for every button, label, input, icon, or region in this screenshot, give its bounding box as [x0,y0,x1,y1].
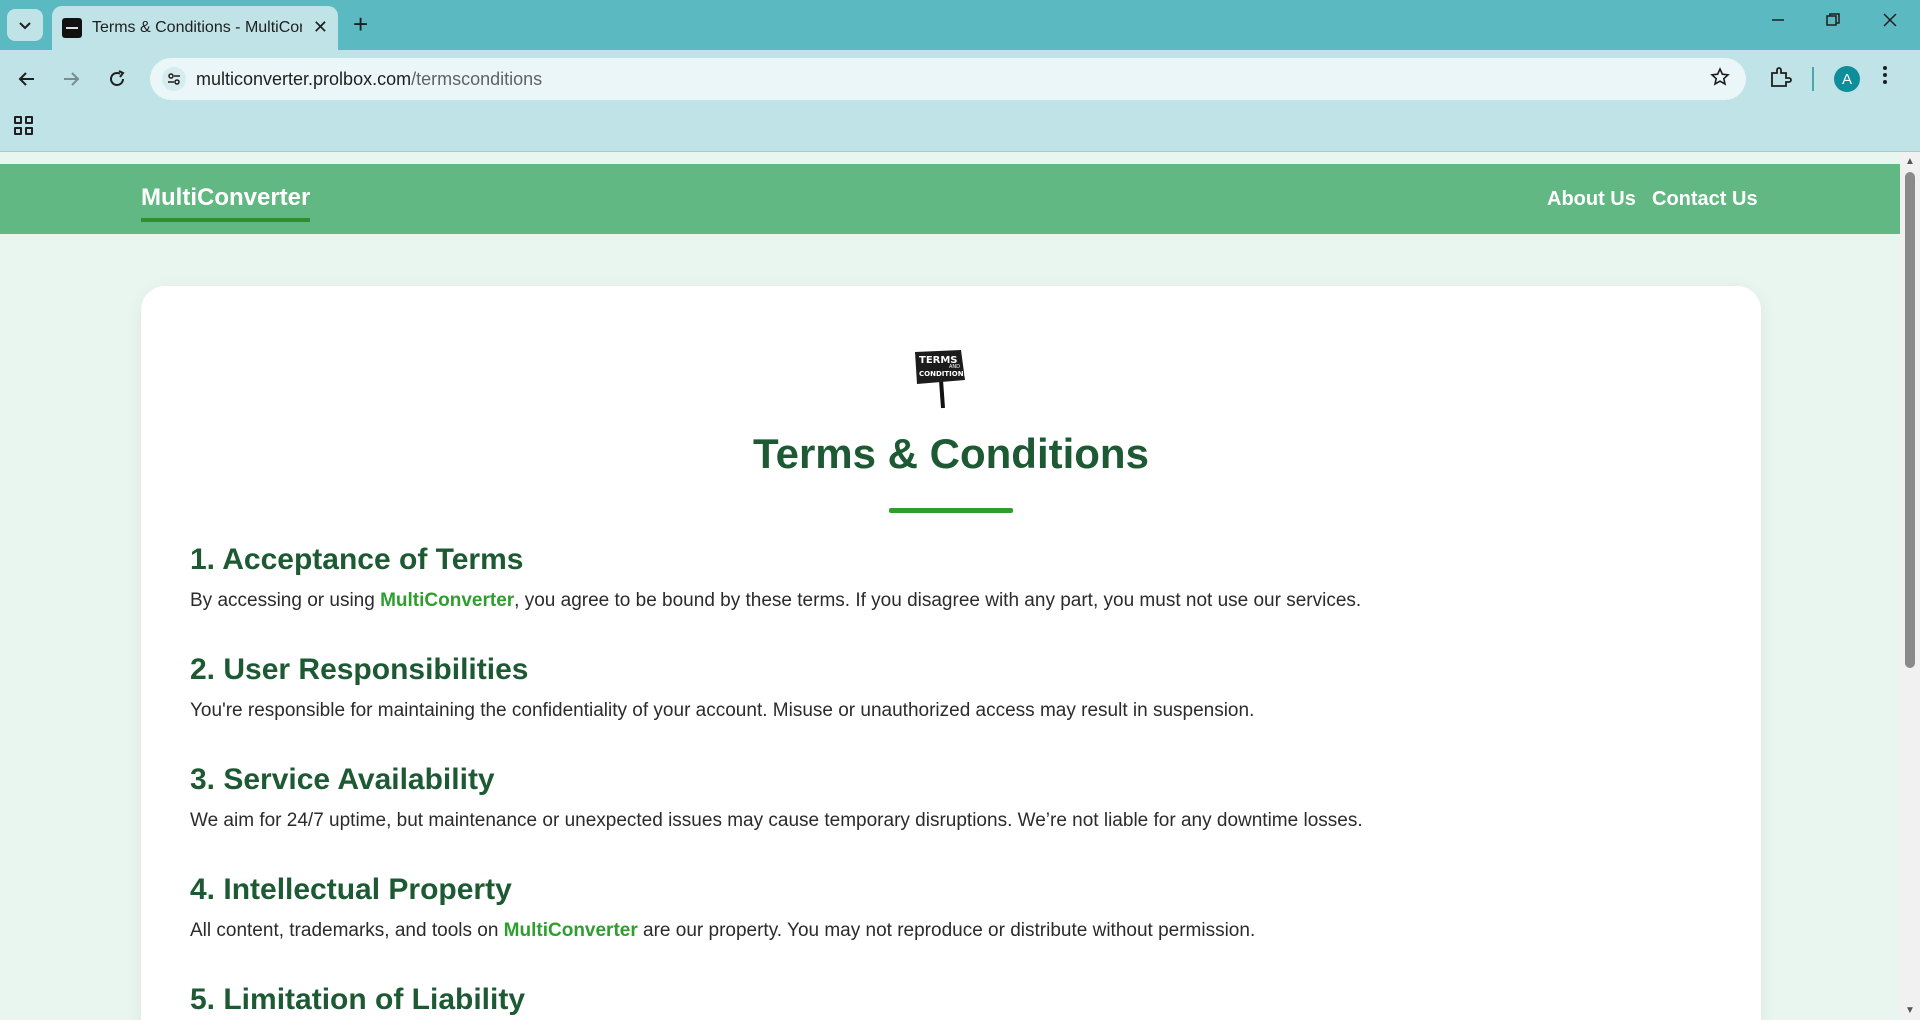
menu-icon[interactable] [1882,64,1888,92]
page-title: Terms & Conditions [753,430,1149,477]
site-info-icon[interactable] [162,67,186,91]
plus-icon[interactable]: + [353,10,368,38]
title-underline [889,508,1013,513]
page-scrollbar[interactable]: ▲ ▼ [1900,152,1920,1020]
section-acceptance: 1. Acceptance of Terms By accessing or u… [190,542,1710,614]
section-text-part: , you agree to be bound by these terms. … [514,590,1362,611]
section-limitation-of-liability: 5. Limitation of Liability [190,982,1710,1018]
section-text-part: are our property. You may not reproduce … [637,920,1256,941]
section-heading: 4. Intellectual Property [190,873,512,906]
nav-contact-us[interactable]: Contact Us [1652,188,1758,211]
site-brand[interactable]: MultiConverter [141,184,311,222]
section-text-part: By accessing or using [190,590,381,611]
tab-search-button[interactable] [7,9,43,41]
minimize-icon[interactable] [1770,12,1786,33]
address-bar[interactable]: multiconverter.prolbox.com/termsconditio… [150,58,1746,100]
scroll-up-icon[interactable]: ▲ [1905,156,1915,167]
scroll-down-icon[interactable]: ▼ [1905,1005,1915,1016]
brand-link[interactable]: MultiConverter [380,590,514,611]
site-header: MultiConverter About Us Contact Us [0,164,1900,234]
page-viewport: MultiConverter About Us Contact Us TERMS… [0,152,1920,1020]
url-path: /termsconditions [411,69,543,89]
section-text: By accessing or using MultiConverter, yo… [190,588,1710,614]
bookmarks-bar [0,108,1920,152]
toolbar-divider [1812,67,1814,91]
apps-icon[interactable] [14,116,33,135]
url-host: multiconverter.prolbox.com [196,69,412,89]
section-heading: 1. Acceptance of Terms [190,543,524,576]
section-text: All content, trademarks, and tools on Mu… [190,918,1710,944]
section-intellectual-property: 4. Intellectual Property All content, tr… [190,872,1710,944]
section-text: You're responsible for maintaining the c… [190,700,1255,721]
tab-strip: Terms & Conditions - MultiConverter ✕ + [0,0,1920,50]
section-heading: 5. Limitation of Liability [190,983,526,1016]
close-icon[interactable]: ✕ [313,17,328,37]
scroll-thumb[interactable] [1905,172,1915,668]
brand-link[interactable]: MultiConverter [504,920,638,941]
extensions-icon[interactable] [1768,65,1792,94]
terms-card: TERMS AND CONDITIONS Terms & Conditions … [141,286,1761,1020]
tab-title: Terms & Conditions - MultiConverter [92,19,302,36]
section-heading: 2. User Responsibilities [190,653,529,686]
terms-sign-logo: TERMS AND CONDITIONS [915,350,967,409]
section-service-availability: 3. Service Availability We aim for 24/7 … [190,762,1710,834]
window-close-icon[interactable] [1882,12,1898,33]
nav-about-us[interactable]: About Us [1547,188,1636,211]
active-tab[interactable]: Terms & Conditions - MultiConverter ✕ [52,6,338,50]
avatar[interactable]: A [1834,66,1860,92]
section-heading: 3. Service Availability [190,763,495,796]
section-text: We aim for 24/7 uptime, but maintenance … [190,810,1363,831]
reload-icon[interactable] [102,64,132,94]
favicon-icon [62,18,82,38]
tab-search-icon [19,22,31,30]
forward-icon[interactable] [56,64,86,94]
logo-text-conditions: CONDITIONS [919,370,967,378]
url-text: multiconverter.prolbox.com/termsconditio… [196,69,542,90]
section-user-responsibilities: 2. User Responsibilities You're responsi… [190,652,1710,724]
section-text-part: All content, trademarks, and tools on [190,920,504,941]
restore-icon[interactable] [1825,12,1841,33]
back-icon[interactable] [12,64,42,94]
browser-toolbar: multiconverter.prolbox.com/termsconditio… [0,50,1920,108]
star-icon[interactable] [1710,67,1730,93]
